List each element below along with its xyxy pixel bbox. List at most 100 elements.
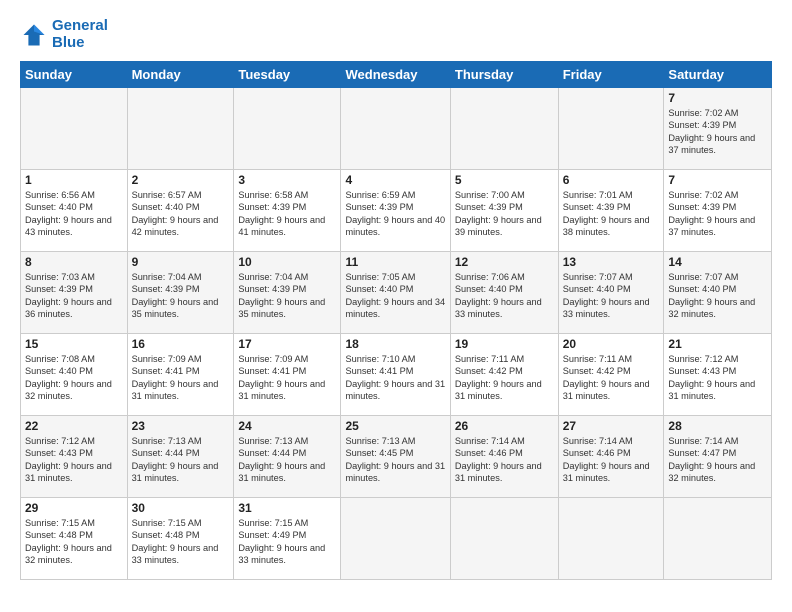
- day-number: 13: [563, 255, 660, 269]
- day-info: Sunrise: 6:57 AMSunset: 4:40 PMDaylight:…: [132, 189, 230, 239]
- calendar-cell: 9 Sunrise: 7:04 AMSunset: 4:39 PMDaylight…: [127, 252, 234, 334]
- day-info: Sunrise: 7:14 AMSunset: 4:47 PMDaylight:…: [668, 435, 767, 485]
- calendar-cell: 6Sunrise: 7:01 AMSunset: 4:39 PMDaylight…: [558, 170, 664, 252]
- day-number: 27: [563, 419, 660, 433]
- logo-text: General Blue: [52, 18, 108, 51]
- day-info: Sunrise: 7:06 AMSunset: 4:40 PMDaylight:…: [455, 271, 554, 321]
- calendar-cell: 20Sunrise: 7:11 AMSunset: 4:42 PMDayligh…: [558, 334, 664, 416]
- calendar-cell: 1 Sunrise: 6:56 AMSunset: 4:40 PMDaylight…: [21, 170, 128, 252]
- day-number: 12: [455, 255, 554, 269]
- calendar-week-4: 15 Sunrise: 7:08 AMSunset: 4:40 PMDayligh…: [21, 334, 772, 416]
- day-number: 14: [668, 255, 767, 269]
- day-number: 7: [668, 91, 767, 105]
- header-thursday: Thursday: [450, 62, 558, 88]
- calendar-cell: 27 Sunrise: 7:14 AMSunset: 4:46 PMDayligh…: [558, 416, 664, 498]
- calendar-cell: 16 Sunrise: 7:09 AMSunset: 4:41 PMDayligh…: [127, 334, 234, 416]
- calendar-week-2: 1 Sunrise: 6:56 AMSunset: 4:40 PMDaylight…: [21, 170, 772, 252]
- calendar-cell: 23Sunrise: 7:13 AMSunset: 4:44 PMDayligh…: [127, 416, 234, 498]
- calendar-cell: 14 Sunrise: 7:07 AMSunset: 4:40 PMDayligh…: [664, 252, 772, 334]
- day-info: Sunrise: 7:15 AMSunset: 4:48 PMDaylight:…: [132, 517, 230, 567]
- day-info: Sunrise: 7:08 AMSunset: 4:40 PMDaylight:…: [25, 353, 123, 403]
- day-number: 22: [25, 419, 123, 433]
- calendar-cell: [341, 88, 450, 170]
- calendar-week-3: 8Sunrise: 7:03 AMSunset: 4:39 PMDaylight…: [21, 252, 772, 334]
- day-number: 29: [25, 501, 123, 515]
- day-info: Sunrise: 7:01 AMSunset: 4:39 PMDaylight:…: [563, 189, 660, 239]
- day-info: Sunrise: 7:15 AMSunset: 4:48 PMDaylight:…: [25, 517, 123, 567]
- day-info: Sunrise: 7:13 AMSunset: 4:44 PMDaylight:…: [238, 435, 336, 485]
- day-info: Sunrise: 7:07 AMSunset: 4:40 PMDaylight:…: [563, 271, 660, 321]
- day-number: 10: [238, 255, 336, 269]
- calendar-cell: [558, 498, 664, 580]
- calendar-week-5: 22Sunrise: 7:12 AMSunset: 4:43 PMDayligh…: [21, 416, 772, 498]
- day-number: 20: [563, 337, 660, 351]
- header-friday: Friday: [558, 62, 664, 88]
- day-number: 31: [238, 501, 336, 515]
- calendar-cell: 10 Sunrise: 7:04 AMSunset: 4:39 PMDayligh…: [234, 252, 341, 334]
- day-number: 1: [25, 173, 123, 187]
- day-info: Sunrise: 6:56 AMSunset: 4:40 PMDaylight:…: [25, 189, 123, 239]
- calendar-cell: [450, 88, 558, 170]
- day-info: Sunrise: 7:09 AMSunset: 4:41 PMDaylight:…: [132, 353, 230, 403]
- page-container: General Blue SundayMondayTuesdayWednesda…: [0, 0, 792, 590]
- calendar-cell: [664, 498, 772, 580]
- calendar-week-1: 7 Sunrise: 7:02 AMSunset: 4:39 PMDaylight…: [21, 88, 772, 170]
- calendar-cell: 21 Sunrise: 7:12 AMSunset: 4:43 PMDayligh…: [664, 334, 772, 416]
- header-wednesday: Wednesday: [341, 62, 450, 88]
- calendar-week-6: 29 Sunrise: 7:15 AMSunset: 4:48 PMDayligh…: [21, 498, 772, 580]
- calendar-cell: 2 Sunrise: 6:57 AMSunset: 4:40 PMDaylight…: [127, 170, 234, 252]
- day-number: 16: [132, 337, 230, 351]
- header-tuesday: Tuesday: [234, 62, 341, 88]
- day-number: 4: [345, 173, 445, 187]
- calendar-cell: [127, 88, 234, 170]
- calendar-cell: 7 Sunrise: 7:02 AMSunset: 4:39 PMDaylight…: [664, 88, 772, 170]
- day-info: Sunrise: 7:14 AMSunset: 4:46 PMDaylight:…: [563, 435, 660, 485]
- day-number: 2: [132, 173, 230, 187]
- day-info: Sunrise: 7:12 AMSunset: 4:43 PMDaylight:…: [668, 353, 767, 403]
- calendar-cell: 12 Sunrise: 7:06 AMSunset: 4:40 PMDayligh…: [450, 252, 558, 334]
- day-info: Sunrise: 7:00 AMSunset: 4:39 PMDaylight:…: [455, 189, 554, 239]
- calendar-cell: [450, 498, 558, 580]
- day-info: Sunrise: 7:13 AMSunset: 4:44 PMDaylight:…: [132, 435, 230, 485]
- header-monday: Monday: [127, 62, 234, 88]
- header-saturday: Saturday: [664, 62, 772, 88]
- calendar-cell: 30Sunrise: 7:15 AMSunset: 4:48 PMDayligh…: [127, 498, 234, 580]
- logo-icon: [20, 21, 48, 49]
- day-info: Sunrise: 6:59 AMSunset: 4:39 PMDaylight:…: [345, 189, 445, 239]
- day-info: Sunrise: 7:11 AMSunset: 4:42 PMDaylight:…: [455, 353, 554, 403]
- day-number: 18: [345, 337, 445, 351]
- day-number: 8: [25, 255, 123, 269]
- day-info: Sunrise: 7:14 AMSunset: 4:46 PMDaylight:…: [455, 435, 554, 485]
- calendar-cell: 31 Sunrise: 7:15 AMSunset: 4:49 PMDayligh…: [234, 498, 341, 580]
- day-number: 25: [345, 419, 445, 433]
- day-info: Sunrise: 7:02 AMSunset: 4:39 PMDaylight:…: [668, 107, 767, 157]
- day-number: 17: [238, 337, 336, 351]
- day-info: Sunrise: 7:05 AMSunset: 4:40 PMDaylight:…: [345, 271, 445, 321]
- day-info: Sunrise: 7:09 AMSunset: 4:41 PMDaylight:…: [238, 353, 336, 403]
- calendar-cell: 24 Sunrise: 7:13 AMSunset: 4:44 PMDayligh…: [234, 416, 341, 498]
- day-number: 28: [668, 419, 767, 433]
- day-number: 15: [25, 337, 123, 351]
- calendar-cell: 4 Sunrise: 6:59 AMSunset: 4:39 PMDaylight…: [341, 170, 450, 252]
- day-info: Sunrise: 7:10 AMSunset: 4:41 PMDaylight:…: [345, 353, 445, 403]
- day-number: 3: [238, 173, 336, 187]
- day-info: Sunrise: 7:07 AMSunset: 4:40 PMDaylight:…: [668, 271, 767, 321]
- day-info: Sunrise: 7:15 AMSunset: 4:49 PMDaylight:…: [238, 517, 336, 567]
- day-number: 26: [455, 419, 554, 433]
- day-number: 24: [238, 419, 336, 433]
- calendar-cell: 28 Sunrise: 7:14 AMSunset: 4:47 PMDayligh…: [664, 416, 772, 498]
- day-info: Sunrise: 7:02 AMSunset: 4:39 PMDaylight:…: [668, 189, 767, 239]
- day-info: Sunrise: 7:04 AMSunset: 4:39 PMDaylight:…: [132, 271, 230, 321]
- calendar-cell: 17 Sunrise: 7:09 AMSunset: 4:41 PMDayligh…: [234, 334, 341, 416]
- calendar-cell: 7Sunrise: 7:02 AMSunset: 4:39 PMDaylight…: [664, 170, 772, 252]
- calendar-cell: [341, 498, 450, 580]
- page-header: General Blue: [20, 18, 772, 51]
- calendar-cell: 26 Sunrise: 7:14 AMSunset: 4:46 PMDayligh…: [450, 416, 558, 498]
- day-number: 9: [132, 255, 230, 269]
- day-info: Sunrise: 7:04 AMSunset: 4:39 PMDaylight:…: [238, 271, 336, 321]
- calendar-cell: 3Sunrise: 6:58 AMSunset: 4:39 PMDaylight…: [234, 170, 341, 252]
- day-number: 21: [668, 337, 767, 351]
- calendar-cell: 13 Sunrise: 7:07 AMSunset: 4:40 PMDayligh…: [558, 252, 664, 334]
- calendar-cell: 5Sunrise: 7:00 AMSunset: 4:39 PMDaylight…: [450, 170, 558, 252]
- calendar-cell: 8Sunrise: 7:03 AMSunset: 4:39 PMDaylight…: [21, 252, 128, 334]
